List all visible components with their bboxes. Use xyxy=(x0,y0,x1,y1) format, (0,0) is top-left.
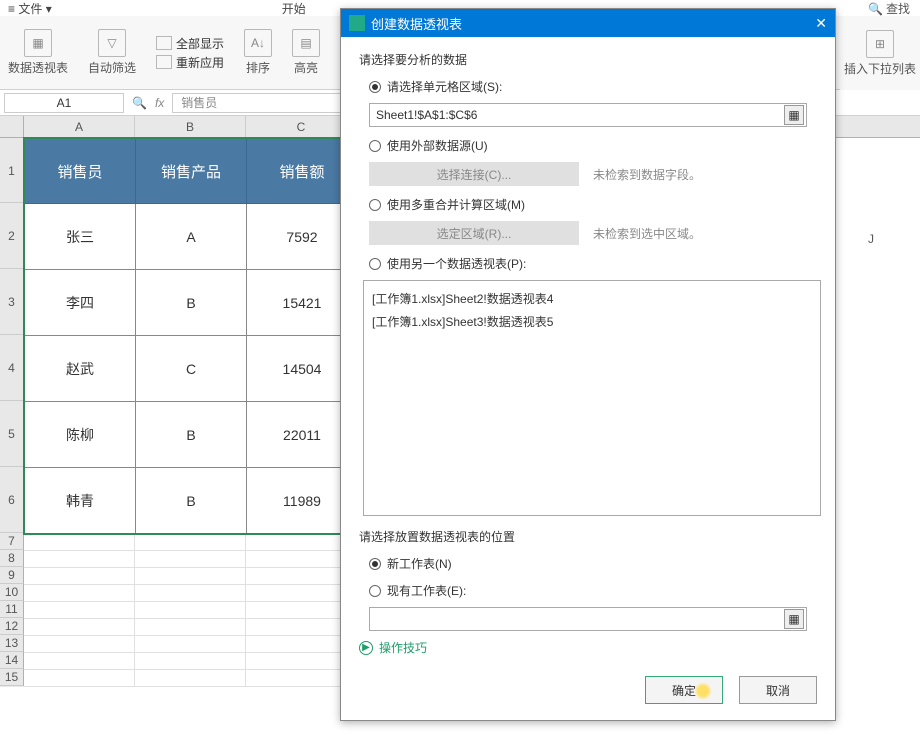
row-header[interactable]: 8 xyxy=(0,550,24,567)
row-header[interactable]: 4 xyxy=(0,335,24,401)
range-input[interactable]: Sheet1!$A$1:$C$6 ▦ xyxy=(369,103,807,127)
list-item[interactable]: [工作簿1.xlsx]Sheet2!数据透视表4 xyxy=(370,287,814,310)
row-header[interactable]: 3 xyxy=(0,269,24,335)
data-table[interactable]: 销售员 销售产品 销售额 张三A7592 李四B15421 赵武C14504 陈… xyxy=(24,138,358,534)
row-header[interactable]: 7 xyxy=(0,533,24,550)
section-label-source: 请选择要分析的数据 xyxy=(359,51,817,68)
radio-icon[interactable] xyxy=(369,558,381,570)
close-icon[interactable]: ✕ xyxy=(815,15,827,32)
ribbon-reapply[interactable]: 重新应用 xyxy=(156,54,224,71)
row-header[interactable]: 13 xyxy=(0,635,24,652)
ext-note: 未检索到数据字段。 xyxy=(593,166,701,183)
select-all-corner[interactable] xyxy=(0,116,24,137)
ribbon-autofilter[interactable]: ▽ 自动筛选 xyxy=(88,29,136,76)
filter-icon: ▽ xyxy=(98,29,126,57)
row-header[interactable]: 11 xyxy=(0,601,24,618)
row-headers: 1 2 3 4 5 6 7 8 9 10 11 12 13 14 15 xyxy=(0,138,24,687)
choose-connection-button: 选择连接(C)... xyxy=(369,162,579,186)
ribbon-filter-options: 全部显示 重新应用 xyxy=(156,35,224,71)
radio-icon[interactable] xyxy=(369,199,381,211)
app-icon xyxy=(349,15,365,31)
play-icon: ▶ xyxy=(359,641,373,655)
find-button[interactable]: 🔍 查找 xyxy=(868,0,910,17)
option-existing-sheet[interactable]: 现有工作表(E): xyxy=(369,582,817,599)
cursor-icon xyxy=(694,682,712,700)
table-row[interactable]: 李四B15421 xyxy=(25,270,358,336)
row-header[interactable]: 14 xyxy=(0,652,24,669)
col-header[interactable]: A xyxy=(24,116,135,137)
ribbon-sort[interactable]: A↓ 排序 xyxy=(244,29,272,76)
table-row[interactable]: 韩青B11989 xyxy=(25,468,358,534)
table-header[interactable]: 销售员 xyxy=(25,139,136,204)
col-header[interactable]: B xyxy=(135,116,246,137)
cancel-button[interactable]: 取消 xyxy=(739,676,817,704)
option-new-sheet[interactable]: 新工作表(N) xyxy=(369,555,817,572)
table-row[interactable]: 张三A7592 xyxy=(25,204,358,270)
dropdown-icon: ⊞ xyxy=(866,30,894,58)
range-selector-icon[interactable]: ▦ xyxy=(784,609,804,629)
menu-start[interactable]: 开始 xyxy=(282,0,306,17)
existing-location-input[interactable]: ▦ xyxy=(369,607,807,631)
formula-input[interactable]: 销售员 xyxy=(172,93,352,113)
ok-button[interactable]: 确定 xyxy=(645,676,723,704)
table-row[interactable]: 陈柳B22011 xyxy=(25,402,358,468)
radio-icon[interactable] xyxy=(369,81,381,93)
row-header[interactable]: 1 xyxy=(0,138,24,203)
ribbon-showall[interactable]: 全部显示 xyxy=(156,35,224,52)
row-header[interactable]: 10 xyxy=(0,584,24,601)
tips-link[interactable]: ▶ 操作技巧 xyxy=(359,639,817,656)
radio-icon[interactable] xyxy=(369,140,381,152)
list-item[interactable]: [工作簿1.xlsx]Sheet3!数据透视表5 xyxy=(370,310,814,333)
fx-label[interactable]: fx xyxy=(155,96,164,110)
row-header[interactable]: 15 xyxy=(0,669,24,686)
multi-note: 未检索到选中区域。 xyxy=(593,225,701,242)
section-label-target: 请选择放置数据透视表的位置 xyxy=(359,528,817,545)
ribbon-pivot[interactable]: ▦ 数据透视表 xyxy=(8,29,68,76)
radio-icon[interactable] xyxy=(369,585,381,597)
row-header[interactable]: 9 xyxy=(0,567,24,584)
pivot-icon: ▦ xyxy=(24,29,52,57)
pivot-list[interactable]: [工作簿1.xlsx]Sheet2!数据透视表4 [工作簿1.xlsx]Shee… xyxy=(363,280,821,516)
option-multi-range[interactable]: 使用多重合并计算区域(M) xyxy=(369,196,817,213)
table-header[interactable]: 销售产品 xyxy=(136,139,247,204)
row-header[interactable]: 2 xyxy=(0,203,24,269)
ribbon-dropdownlist[interactable]: ⊞ 插入下拉列表 xyxy=(840,16,920,90)
find-icon[interactable]: 🔍 xyxy=(132,96,147,110)
highlight-icon: ▤ xyxy=(292,29,320,57)
range-selector-icon[interactable]: ▦ xyxy=(784,105,804,125)
table-row[interactable]: 赵武C14504 xyxy=(25,336,358,402)
row-header[interactable]: 12 xyxy=(0,618,24,635)
menu-file[interactable]: ≡ 文件 ▾ xyxy=(8,0,52,17)
select-region-button: 选定区域(R)... xyxy=(369,221,579,245)
option-select-range[interactable]: 请选择单元格区域(S): xyxy=(369,78,817,95)
sort-icon: A↓ xyxy=(244,29,272,57)
row-header[interactable]: 6 xyxy=(0,467,24,533)
name-box[interactable]: A1 xyxy=(4,93,124,113)
option-another-pivot[interactable]: 使用另一个数据透视表(P): xyxy=(369,255,817,272)
create-pivot-dialog: 创建数据透视表 ✕ 请选择要分析的数据 请选择单元格区域(S): Sheet1!… xyxy=(340,8,836,721)
option-external-source[interactable]: 使用外部数据源(U) xyxy=(369,137,817,154)
ribbon-highlight[interactable]: ▤ 高亮 xyxy=(292,29,320,76)
radio-icon[interactable] xyxy=(369,258,381,270)
dialog-titlebar[interactable]: 创建数据透视表 ✕ xyxy=(341,9,835,37)
col-header-j[interactable]: J xyxy=(839,232,903,246)
row-header[interactable]: 5 xyxy=(0,401,24,467)
blank-grid[interactable] xyxy=(24,534,358,687)
dialog-title: 创建数据透视表 xyxy=(371,14,462,33)
